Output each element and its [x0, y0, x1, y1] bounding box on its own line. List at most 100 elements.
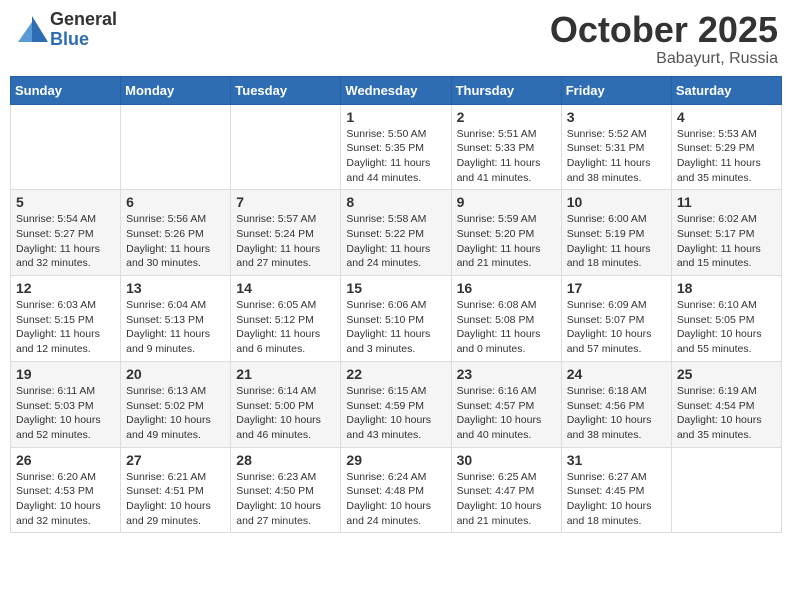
calendar-cell: 13 Sunrise: 6:04 AM Sunset: 5:13 PM Dayli… — [121, 276, 231, 362]
calendar-cell: 7 Sunrise: 5:57 AM Sunset: 5:24 PM Daylig… — [231, 190, 341, 276]
calendar-cell: 30 Sunrise: 6:25 AM Sunset: 4:47 PM Dayli… — [451, 447, 561, 533]
day-info: Sunrise: 6:08 AM Sunset: 5:08 PM Dayligh… — [457, 298, 556, 357]
title-block: October 2025 Babayurt, Russia — [550, 10, 778, 68]
day-info: Sunrise: 6:00 AM Sunset: 5:19 PM Dayligh… — [567, 212, 666, 271]
day-info: Sunrise: 5:50 AM Sunset: 5:35 PM Dayligh… — [346, 127, 445, 186]
day-info: Sunrise: 6:04 AM Sunset: 5:13 PM Dayligh… — [126, 298, 225, 357]
calendar-cell: 3Sunrise: 5:52 AM Sunset: 5:31 PM Daylig… — [561, 104, 671, 190]
day-info: Sunrise: 6:09 AM Sunset: 5:07 PM Dayligh… — [567, 298, 666, 357]
location-title: Babayurt, Russia — [550, 50, 778, 68]
day-info: Sunrise: 6:15 AM Sunset: 4:59 PM Dayligh… — [346, 384, 445, 443]
day-number: 16 — [457, 280, 556, 296]
calendar-cell: 16 Sunrise: 6:08 AM Sunset: 5:08 PM Dayli… — [451, 276, 561, 362]
day-info: Sunrise: 5:51 AM Sunset: 5:33 PM Dayligh… — [457, 127, 556, 186]
day-info: Sunrise: 6:23 AM Sunset: 4:50 PM Dayligh… — [236, 470, 335, 529]
day-info: Sunrise: 6:10 AM Sunset: 5:05 PM Dayligh… — [677, 298, 776, 357]
day-info: Sunrise: 6:11 AM Sunset: 5:03 PM Dayligh… — [16, 384, 115, 443]
day-info: Sunrise: 6:20 AM Sunset: 4:53 PM Dayligh… — [16, 470, 115, 529]
logo-blue: Blue — [50, 30, 117, 50]
day-number: 27 — [126, 452, 225, 468]
logo-general: General — [50, 10, 117, 30]
day-info: Sunrise: 6:18 AM Sunset: 4:56 PM Dayligh… — [567, 384, 666, 443]
day-info: Sunrise: 6:13 AM Sunset: 5:02 PM Dayligh… — [126, 384, 225, 443]
calendar-cell: 18 Sunrise: 6:10 AM Sunset: 5:05 PM Dayli… — [671, 276, 781, 362]
calendar-cell: 31 Sunrise: 6:27 AM Sunset: 4:45 PM Dayli… — [561, 447, 671, 533]
day-number: 13 — [126, 280, 225, 296]
weekday-header-sunday: Sunday — [11, 76, 121, 104]
day-info: Sunrise: 6:24 AM Sunset: 4:48 PM Dayligh… — [346, 470, 445, 529]
day-number: 22 — [346, 366, 445, 382]
day-number: 26 — [16, 452, 115, 468]
page-header: General Blue October 2025 Babayurt, Russ… — [10, 10, 782, 68]
calendar-cell: 8Sunrise: 5:58 AM Sunset: 5:22 PM Daylig… — [341, 190, 451, 276]
day-number: 2 — [457, 109, 556, 125]
calendar-table: SundayMondayTuesdayWednesdayThursdayFrid… — [10, 76, 782, 534]
calendar-cell: 15 Sunrise: 6:06 AM Sunset: 5:10 PM Dayli… — [341, 276, 451, 362]
day-number: 14 — [236, 280, 335, 296]
calendar-cell — [671, 447, 781, 533]
calendar-week-row: 1 Sunrise: 5:50 AM Sunset: 5:35 PM Daylig… — [11, 104, 782, 190]
day-number: 20 — [126, 366, 225, 382]
day-number: 30 — [457, 452, 556, 468]
day-number: 18 — [677, 280, 776, 296]
day-number: 24 — [567, 366, 666, 382]
day-number: 11 — [677, 194, 776, 210]
day-info: Sunrise: 5:57 AM Sunset: 5:24 PM Dayligh… — [236, 212, 335, 271]
calendar-week-row: 5 Sunrise: 5:54 AM Sunset: 5:27 PM Daylig… — [11, 190, 782, 276]
calendar-cell: 25Sunrise: 6:19 AM Sunset: 4:54 PM Dayli… — [671, 361, 781, 447]
day-info: Sunrise: 5:53 AM Sunset: 5:29 PM Dayligh… — [677, 127, 776, 186]
weekday-header-saturday: Saturday — [671, 76, 781, 104]
day-info: Sunrise: 6:02 AM Sunset: 5:17 PM Dayligh… — [677, 212, 776, 271]
calendar-cell: 12 Sunrise: 6:03 AM Sunset: 5:15 PM Dayli… — [11, 276, 121, 362]
day-info: Sunrise: 6:27 AM Sunset: 4:45 PM Dayligh… — [567, 470, 666, 529]
calendar-cell: 4 Sunrise: 5:53 AM Sunset: 5:29 PM Daylig… — [671, 104, 781, 190]
day-number: 1 — [346, 109, 445, 125]
weekday-header-monday: Monday — [121, 76, 231, 104]
calendar-cell: 10Sunrise: 6:00 AM Sunset: 5:19 PM Dayli… — [561, 190, 671, 276]
day-number: 21 — [236, 366, 335, 382]
calendar-cell: 1 Sunrise: 5:50 AM Sunset: 5:35 PM Daylig… — [341, 104, 451, 190]
calendar-cell — [121, 104, 231, 190]
logo-text: General Blue — [50, 10, 117, 50]
day-number: 6 — [126, 194, 225, 210]
day-number: 31 — [567, 452, 666, 468]
calendar-cell: 17Sunrise: 6:09 AM Sunset: 5:07 PM Dayli… — [561, 276, 671, 362]
weekday-header-row: SundayMondayTuesdayWednesdayThursdayFrid… — [11, 76, 782, 104]
weekday-header-thursday: Thursday — [451, 76, 561, 104]
calendar-cell: 5 Sunrise: 5:54 AM Sunset: 5:27 PM Daylig… — [11, 190, 121, 276]
day-info: Sunrise: 6:21 AM Sunset: 4:51 PM Dayligh… — [126, 470, 225, 529]
calendar-cell: 27 Sunrise: 6:21 AM Sunset: 4:51 PM Dayli… — [121, 447, 231, 533]
day-number: 7 — [236, 194, 335, 210]
calendar-cell: 6Sunrise: 5:56 AM Sunset: 5:26 PM Daylig… — [121, 190, 231, 276]
day-info: Sunrise: 5:59 AM Sunset: 5:20 PM Dayligh… — [457, 212, 556, 271]
day-number: 25 — [677, 366, 776, 382]
day-number: 4 — [677, 109, 776, 125]
day-number: 29 — [346, 452, 445, 468]
logo: General Blue — [14, 10, 117, 50]
day-info: Sunrise: 6:14 AM Sunset: 5:00 PM Dayligh… — [236, 384, 335, 443]
logo-icon — [14, 12, 50, 48]
day-number: 5 — [16, 194, 115, 210]
weekday-header-tuesday: Tuesday — [231, 76, 341, 104]
day-info: Sunrise: 5:54 AM Sunset: 5:27 PM Dayligh… — [16, 212, 115, 271]
weekday-header-wednesday: Wednesday — [341, 76, 451, 104]
calendar-week-row: 19Sunrise: 6:11 AM Sunset: 5:03 PM Dayli… — [11, 361, 782, 447]
calendar-cell: 24 Sunrise: 6:18 AM Sunset: 4:56 PM Dayli… — [561, 361, 671, 447]
calendar-cell: 14Sunrise: 6:05 AM Sunset: 5:12 PM Dayli… — [231, 276, 341, 362]
weekday-header-friday: Friday — [561, 76, 671, 104]
calendar-week-row: 26 Sunrise: 6:20 AM Sunset: 4:53 PM Dayli… — [11, 447, 782, 533]
day-number: 12 — [16, 280, 115, 296]
day-number: 15 — [346, 280, 445, 296]
day-info: Sunrise: 5:58 AM Sunset: 5:22 PM Dayligh… — [346, 212, 445, 271]
day-info: Sunrise: 6:03 AM Sunset: 5:15 PM Dayligh… — [16, 298, 115, 357]
calendar-cell: 2 Sunrise: 5:51 AM Sunset: 5:33 PM Daylig… — [451, 104, 561, 190]
calendar-cell: 20 Sunrise: 6:13 AM Sunset: 5:02 PM Dayli… — [121, 361, 231, 447]
day-info: Sunrise: 6:06 AM Sunset: 5:10 PM Dayligh… — [346, 298, 445, 357]
calendar-cell: 9Sunrise: 5:59 AM Sunset: 5:20 PM Daylig… — [451, 190, 561, 276]
calendar-cell: 21 Sunrise: 6:14 AM Sunset: 5:00 PM Dayli… — [231, 361, 341, 447]
calendar-cell: 26 Sunrise: 6:20 AM Sunset: 4:53 PM Dayli… — [11, 447, 121, 533]
month-title: October 2025 — [550, 10, 778, 50]
day-info: Sunrise: 6:25 AM Sunset: 4:47 PM Dayligh… — [457, 470, 556, 529]
day-number: 28 — [236, 452, 335, 468]
calendar-cell: 23Sunrise: 6:16 AM Sunset: 4:57 PM Dayli… — [451, 361, 561, 447]
